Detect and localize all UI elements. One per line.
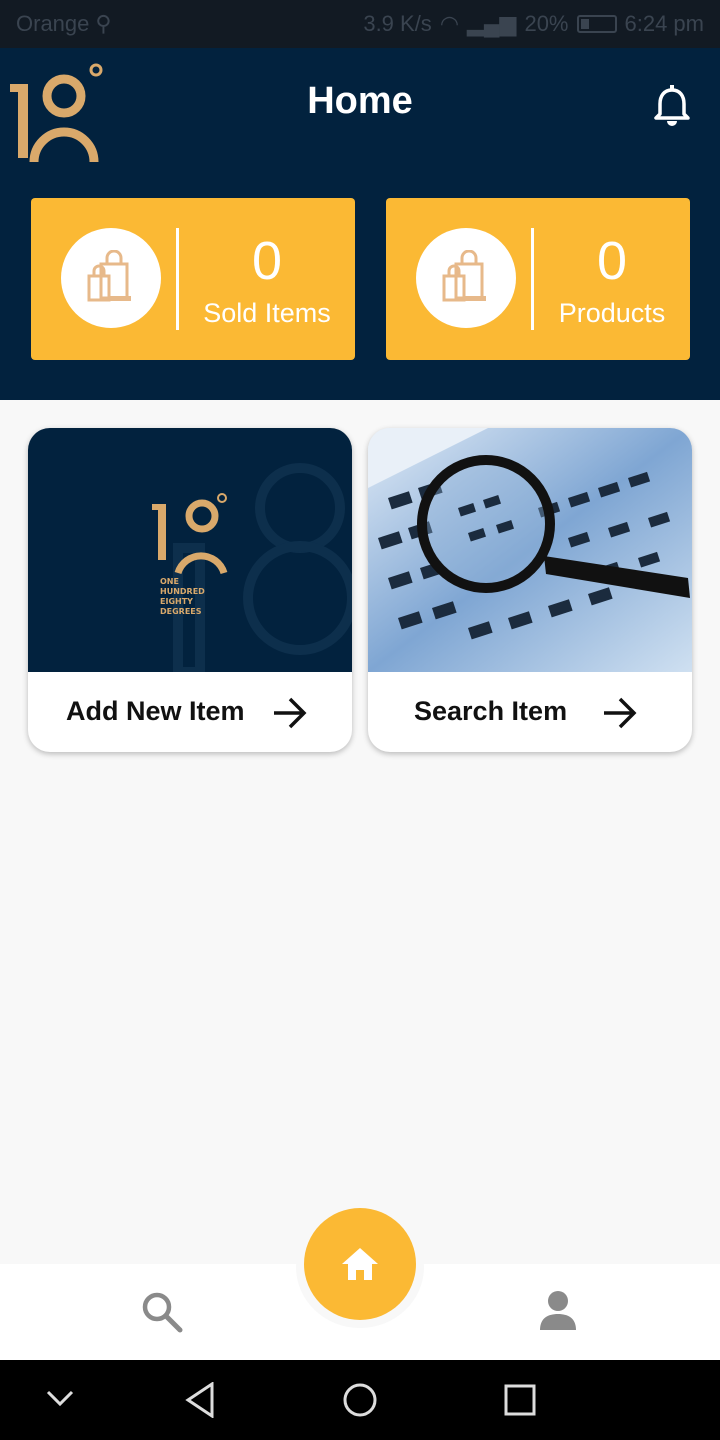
magnifier-keyboard-image [368,428,692,672]
shopping-bags-icon [442,250,486,302]
header: Home 0 Sold Items 0 Products [0,48,720,400]
home-button[interactable] [304,1208,416,1320]
bell-icon[interactable] [652,84,692,126]
products-count: 0 [596,231,628,291]
status-bar: Orange ⚲ 3.9 K/s ◠ ▂▄▆ 20% 6:24 pm [0,0,720,48]
logo-text-line: EIGHTY [160,597,193,606]
signal-icon: ▂▄▆ [467,11,517,36]
collapse-icon[interactable] [46,1388,74,1408]
logo-text-line: HUNDRED [160,587,205,596]
home-icon [342,1248,378,1280]
brand-logo-image: ONE HUNDRED EIGHTY DEGREES [28,428,352,672]
search-item-label[interactable]: Search Item [414,696,567,727]
page-title: Home [307,80,413,122]
sold-items-count: 0 [251,231,283,291]
system-nav-bar [0,1360,720,1440]
recents-icon[interactable] [504,1384,536,1416]
stat-icon-circle [61,228,161,328]
products-card[interactable]: 0 Products [386,198,690,360]
search-icon[interactable] [140,1290,184,1334]
add-new-item-label[interactable]: Add New Item [66,696,245,727]
search-item-card[interactable]: Search Item [368,428,692,752]
logo-text-line: ONE [160,577,179,586]
carrier-label: Orange [16,11,90,36]
arrow-right-icon[interactable] [272,696,308,730]
battery-icon [576,15,617,33]
shopping-bags-icon [87,250,131,302]
clock: 6:24 pm [624,11,705,36]
stat-icon-circle [416,228,516,328]
back-icon[interactable] [184,1382,216,1418]
home-circle-icon[interactable] [342,1382,378,1418]
network-speed: 3.9 K/s [363,11,432,36]
battery-percent: 20% [524,11,569,36]
sold-items-card[interactable]: 0 Sold Items [31,198,355,360]
sold-items-label: Sold Items [203,298,331,328]
profile-icon[interactable] [538,1290,578,1332]
products-label: Products [558,298,666,328]
arrow-right-icon[interactable] [602,696,638,730]
wifi-icon: ◠ [439,11,460,36]
logo-text-line: DEGREES [160,607,202,616]
add-new-item-card[interactable]: ONE HUNDRED EIGHTY DEGREES Add New Item [28,428,352,752]
usb-icon: ⚲ [95,11,112,36]
